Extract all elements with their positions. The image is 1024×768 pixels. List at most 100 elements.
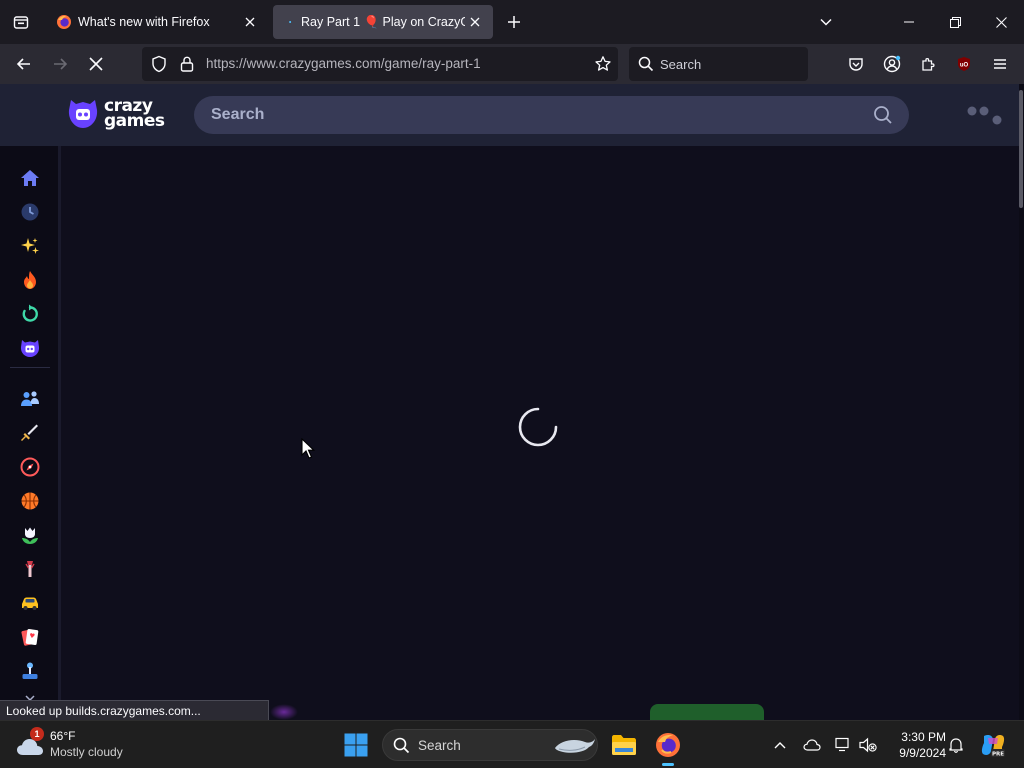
sidebar-item-recent[interactable] bbox=[18, 200, 42, 224]
tracking-protection-shield-icon[interactable] bbox=[150, 55, 168, 73]
notifications-button[interactable] bbox=[946, 735, 966, 755]
svg-text:uO: uO bbox=[960, 63, 969, 69]
car-driving-icon bbox=[22, 597, 38, 610]
onedrive-button[interactable] bbox=[802, 735, 822, 755]
weather-condition: Mostly cloudy bbox=[50, 745, 123, 759]
sidebar-item-clicker[interactable] bbox=[18, 557, 42, 581]
back-button[interactable] bbox=[10, 50, 38, 78]
multiplayer-icon bbox=[21, 391, 39, 406]
file-explorer-button[interactable] bbox=[608, 729, 640, 761]
list-all-tabs-button[interactable] bbox=[815, 11, 837, 33]
account-button[interactable] bbox=[878, 50, 906, 78]
firefox-taskbar-button[interactable] bbox=[652, 729, 684, 766]
extensions-button[interactable] bbox=[914, 50, 942, 78]
scrollbar-thumb[interactable] bbox=[1019, 90, 1023, 208]
logo-line-2: games bbox=[104, 111, 165, 131]
clock-date: 9/9/2024 bbox=[899, 746, 946, 760]
content-peek-purple bbox=[270, 704, 298, 720]
stop-icon bbox=[89, 57, 103, 71]
new-tab-button[interactable] bbox=[503, 11, 525, 33]
sidebar-item-new[interactable] bbox=[18, 234, 42, 258]
copilot-pre-icon: PRE bbox=[981, 735, 1005, 757]
sidebar-item-adventure[interactable] bbox=[18, 455, 42, 479]
bell-icon bbox=[949, 738, 963, 753]
browser-search-bar[interactable]: Search bbox=[629, 47, 808, 81]
stop-loading-button[interactable] bbox=[82, 50, 110, 78]
firefox-view-button[interactable] bbox=[0, 0, 42, 44]
site-search-placeholder: Search bbox=[211, 106, 265, 123]
sidebar-item-updated[interactable] bbox=[18, 302, 42, 326]
taskbar-search-placeholder: Search bbox=[418, 738, 461, 753]
search-icon bbox=[393, 737, 410, 754]
content-peek-green bbox=[650, 704, 764, 720]
address-bar[interactable]: https://www.crazygames.com/game/ray-part… bbox=[142, 47, 618, 81]
monitor-network-icon bbox=[835, 737, 849, 752]
sidebar-divider bbox=[10, 367, 50, 368]
minimize-icon bbox=[904, 21, 914, 23]
back-arrow-icon bbox=[16, 58, 30, 70]
sidebar-item-multiplayer[interactable] bbox=[18, 387, 42, 411]
hamburger-menu-icon bbox=[994, 59, 1006, 69]
restore-icon bbox=[949, 16, 961, 28]
compass-adventure-icon bbox=[20, 457, 40, 477]
crazygames-logo[interactable]: crazy games bbox=[67, 96, 165, 132]
weather-widget[interactable]: 1 66°F Mostly cloudy bbox=[14, 727, 164, 763]
sidebar-item-action[interactable] bbox=[18, 421, 42, 445]
sidebar-item-basketball[interactable] bbox=[18, 489, 42, 513]
chevron-up-icon bbox=[774, 742, 786, 749]
sidebar-item-card[interactable] bbox=[18, 625, 42, 649]
updated-refresh-icon bbox=[22, 304, 38, 322]
joystick-icon bbox=[22, 662, 38, 679]
basketball-icon bbox=[21, 492, 39, 510]
speaker-muted-icon bbox=[859, 737, 877, 753]
pocket-button[interactable] bbox=[842, 50, 870, 78]
copilot-button[interactable]: PRE bbox=[980, 732, 1006, 758]
tab-whats-new[interactable]: What's new with Firefox bbox=[46, 5, 268, 39]
sidebar-item-controller[interactable] bbox=[18, 659, 42, 683]
firefox-view-icon bbox=[13, 16, 29, 29]
restore-button[interactable] bbox=[932, 0, 978, 44]
windows-start-icon[interactable] bbox=[344, 733, 368, 757]
network-button[interactable] bbox=[834, 735, 854, 755]
sword-action-icon bbox=[21, 424, 38, 441]
url-text[interactable]: https://www.crazygames.com/game/ray-part… bbox=[206, 56, 481, 71]
tab-strip: What's new with Firefox Ray Part 1 🎈 Pla… bbox=[0, 0, 1024, 44]
chevron-down-icon bbox=[820, 18, 832, 26]
site-search-input[interactable]: Search bbox=[194, 96, 909, 134]
forward-button[interactable] bbox=[46, 50, 74, 78]
search-icon bbox=[638, 56, 654, 72]
close-window-button[interactable] bbox=[978, 0, 1024, 44]
flower-casual-icon bbox=[22, 527, 38, 544]
bookmark-star-icon[interactable] bbox=[594, 55, 612, 73]
sidebar-item-originals[interactable] bbox=[18, 336, 42, 360]
ublock-shield-icon: uO bbox=[958, 57, 970, 71]
close-icon bbox=[470, 17, 480, 27]
sidebar-item-driving[interactable] bbox=[18, 591, 42, 615]
tab-title: What's new with Firefox bbox=[78, 15, 210, 29]
volume-button[interactable] bbox=[858, 735, 878, 755]
category-sidebar bbox=[0, 146, 58, 720]
search-icon[interactable] bbox=[873, 105, 893, 125]
system-clock[interactable]: 3:30 PM 9/9/2024 bbox=[884, 729, 946, 761]
cloud-icon bbox=[803, 739, 821, 751]
sidebar-item-trending[interactable] bbox=[18, 268, 42, 292]
taskbar-search[interactable]: Search bbox=[382, 729, 598, 761]
pocket-icon bbox=[849, 58, 863, 71]
plus-icon bbox=[508, 16, 520, 28]
minimize-button[interactable] bbox=[886, 0, 932, 44]
svg-text:PRE: PRE bbox=[992, 751, 1004, 757]
sidebar-item-home[interactable] bbox=[18, 166, 42, 190]
loading-spinner-icon bbox=[518, 407, 558, 447]
lock-icon[interactable] bbox=[178, 55, 196, 73]
status-panel: Looked up builds.crazygames.com... bbox=[0, 700, 269, 720]
loading-dot-icon bbox=[289, 21, 292, 23]
recent-clock-icon bbox=[21, 203, 39, 221]
sidebar-item-casual[interactable] bbox=[18, 523, 42, 547]
app-menu-button[interactable] bbox=[986, 50, 1014, 78]
tab-close-button[interactable] bbox=[465, 12, 485, 32]
tab-ray-part-1[interactable]: Ray Part 1 🎈 Play on CrazyGames bbox=[273, 5, 493, 39]
tab-close-button[interactable] bbox=[240, 12, 260, 32]
show-hidden-icons-button[interactable] bbox=[770, 735, 790, 755]
ublock-origin-button[interactable]: uO bbox=[950, 50, 978, 78]
fire-trending-icon bbox=[24, 271, 36, 289]
